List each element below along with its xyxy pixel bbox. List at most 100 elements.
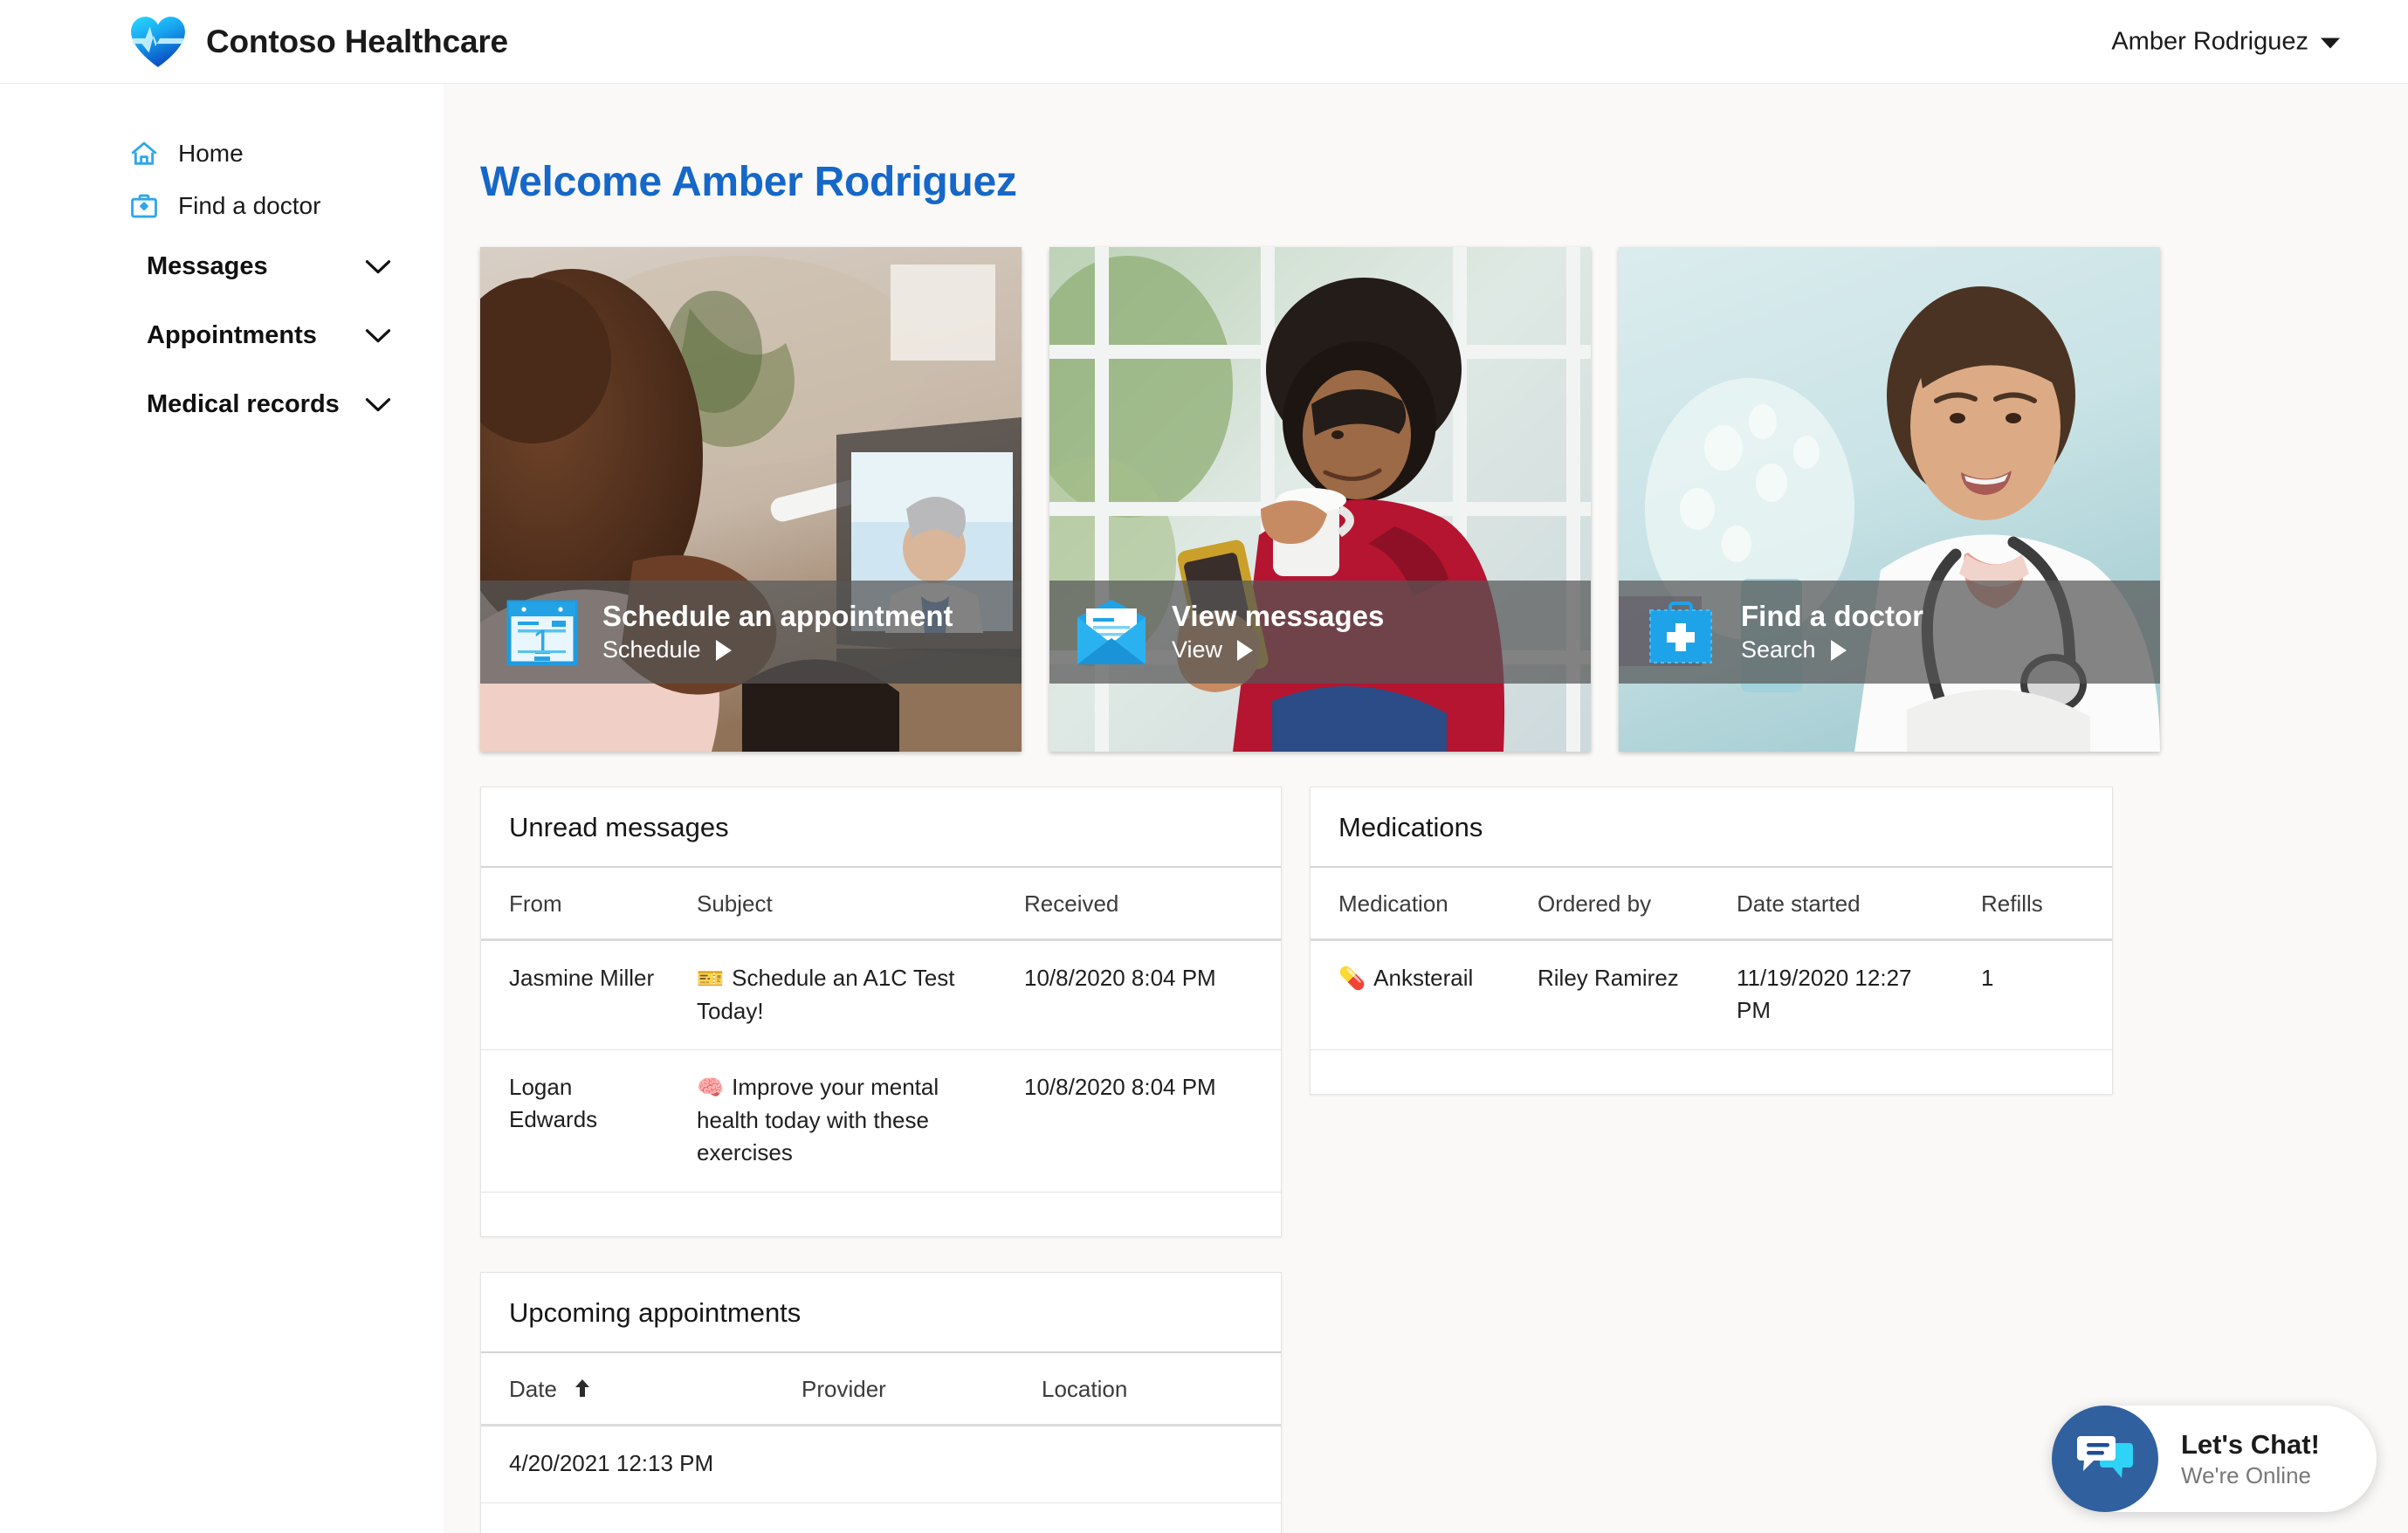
card-schedule-an-appointment[interactable]: 1 Schedule an appointment Schedule: [480, 247, 1022, 752]
caret-down-icon: [2321, 38, 2340, 49]
chat-widget-text: Let's Chat! We're Online: [2181, 1429, 2320, 1489]
panel-title: Unread messages: [481, 787, 1281, 868]
column-header-medication[interactable]: Medication: [1311, 868, 1510, 941]
card-action[interactable]: View: [1172, 636, 1384, 663]
sidebar-item-home[interactable]: Home: [0, 127, 444, 180]
chevron-down-icon: [365, 259, 391, 273]
table-header-row: Date Provider Location: [481, 1352, 1281, 1426]
main-content: Welcome Amber Rodriguez 1 Schedule an ap…: [444, 84, 2408, 1533]
play-arrow-icon: [715, 639, 732, 661]
table-row[interactable]: Jasmine Miller 🎫 Schedule an A1C Test Tod…: [481, 939, 1281, 1051]
medication-ordered-by: Riley Ramirez: [1510, 939, 1709, 1050]
sidebar-item-label: Find a doctor: [178, 192, 321, 219]
upcoming-appointments-table: Date Provider Location 4/20/2021 12:13 P…: [481, 1352, 1281, 1533]
chevron-down-icon: [365, 397, 391, 411]
sidebar-group-messages[interactable]: Messages: [0, 232, 444, 301]
table-spacer-row: [481, 1192, 1281, 1236]
envelope-icon: [1077, 600, 1146, 664]
medication-refills: 1: [1953, 939, 2112, 1050]
appointment-provider: [774, 1425, 1014, 1503]
brand[interactable]: Contoso Healthcare: [129, 15, 508, 69]
heart-pulse-icon: [131, 16, 185, 67]
sidebar: Home Find a doctor Messages Appointments…: [0, 84, 444, 1533]
play-arrow-icon: [1237, 639, 1254, 661]
quick-action-cards: 1 Schedule an appointment Schedule View …: [480, 247, 2408, 752]
table-row[interactable]: 💊 Anksterail Riley Ramirez 11/19/2020 12:…: [1311, 939, 2112, 1050]
column-header-provider[interactable]: Provider: [774, 1352, 1014, 1426]
card-overlay: View messages View: [1049, 581, 1591, 684]
card-title: Find a doctor: [1741, 599, 1923, 632]
card-overlay: Find a doctor Search: [1619, 581, 2160, 684]
sidebar-group-label: Appointments: [147, 321, 317, 349]
top-bar: Contoso Healthcare Amber Rodriguez: [0, 0, 2408, 84]
pill-icon: 💊: [1338, 966, 1366, 991]
message-received: 10/8/2020 8:04 PM: [996, 1049, 1281, 1193]
medication-date-started: 11/19/2020 12:27 PM: [1709, 939, 1953, 1050]
card-find-a-doctor[interactable]: Find a doctor Search: [1619, 247, 2160, 752]
column-header-from[interactable]: From: [481, 868, 669, 941]
page-title: Welcome Amber Rodriguez: [480, 159, 1017, 205]
message-sender[interactable]: Logan Edwards: [481, 1049, 669, 1193]
chevron-down-icon: [365, 328, 391, 342]
column-header-date-label: Date: [509, 1375, 557, 1402]
medical-bag-icon: [1649, 602, 1712, 663]
sidebar-group-label: Medical records: [147, 390, 340, 418]
card-action[interactable]: Search: [1741, 636, 1923, 663]
brain-icon: 🧠: [697, 1076, 725, 1101]
chat-widget-button[interactable]: [2052, 1406, 2158, 1512]
appointment-location: [1014, 1425, 1281, 1503]
table-row[interactable]: Logan Edwards 🧠 Improve your mental healt…: [481, 1049, 1281, 1193]
chat-widget-title: Let's Chat!: [2181, 1428, 2320, 1460]
table-row[interactable]: 4/20/2021 12:13 PM: [481, 1425, 1281, 1503]
message-received: 10/8/2020 8:04 PM: [996, 939, 1281, 1051]
card-action[interactable]: Schedule: [602, 636, 953, 663]
user-menu[interactable]: Amber Rodriguez: [2111, 27, 2340, 56]
medical-bag-icon: [131, 194, 157, 218]
user-name: Amber Rodriguez: [2111, 27, 2308, 55]
chat-widget-subtitle: We're Online: [2181, 1461, 2311, 1488]
ticket-icon: 🎫: [697, 966, 725, 991]
sidebar-group-medical-records[interactable]: Medical records: [0, 370, 444, 439]
panel-medications: Medications Medication Ordered by Date s…: [1310, 787, 2113, 1095]
card-view-messages[interactable]: View messages View: [1049, 247, 1591, 752]
svg-text:1: 1: [533, 623, 552, 662]
sidebar-item-label: Home: [178, 140, 244, 167]
column-header-date-started[interactable]: Date started: [1709, 868, 1953, 941]
column-header-date[interactable]: Date: [481, 1352, 774, 1426]
message-sender[interactable]: Jasmine Miller: [481, 939, 669, 1051]
card-action-label: Search: [1741, 636, 1816, 663]
panel-upcoming-appointments: Upcoming appointments Date Provider Loca: [480, 1271, 1282, 1533]
appointment-date[interactable]: 4/20/2021 12:13 PM: [481, 1425, 774, 1503]
column-header-ordered-by[interactable]: Ordered by: [1510, 868, 1709, 941]
calendar-icon: 1: [506, 600, 578, 666]
sidebar-group-appointments[interactable]: Appointments: [0, 301, 444, 370]
card-action-label: View: [1172, 636, 1223, 663]
column-header-received[interactable]: Received: [996, 868, 1281, 941]
chat-bubbles-icon: [2077, 1436, 2133, 1478]
column-header-subject[interactable]: Subject: [669, 868, 996, 941]
panel-unread-messages: Unread messages From Subject Received Ja…: [480, 787, 1282, 1237]
table-header-row: Medication Ordered by Date started Refil…: [1311, 868, 2112, 941]
message-subject-text: Schedule an A1C Test Today!: [697, 965, 955, 1024]
unread-messages-table: From Subject Received Jasmine Miller 🎫 Sc…: [481, 868, 1281, 1236]
card-title: View messages: [1172, 599, 1385, 632]
column-header-refills[interactable]: Refills: [1953, 868, 2112, 941]
sidebar-group-label: Messages: [147, 252, 268, 280]
sidebar-item-find-a-doctor[interactable]: Find a doctor: [0, 180, 444, 232]
message-subject: 🎫 Schedule an A1C Test Today!: [669, 939, 996, 1051]
chat-widget[interactable]: Let's Chat! We're Online: [2052, 1406, 2377, 1512]
table-spacer-row: [481, 1502, 1281, 1533]
message-subject-text: Improve your mental health today with th…: [697, 1074, 939, 1165]
brand-name: Contoso Healthcare: [206, 23, 508, 59]
play-arrow-icon: [1830, 639, 1847, 661]
medication-name: 💊 Anksterail: [1311, 939, 1510, 1050]
panel-title: Upcoming appointments: [481, 1273, 1281, 1353]
left-panel-column: Unread messages From Subject Received Ja…: [480, 787, 1282, 1533]
home-icon: [131, 141, 157, 165]
table-spacer-row: [1311, 1049, 2112, 1094]
sort-ascending-icon: [575, 1378, 590, 1397]
column-header-location[interactable]: Location: [1014, 1352, 1281, 1426]
message-subject: 🧠 Improve your mental health today with t…: [669, 1049, 996, 1193]
card-title: Schedule an appointment: [602, 599, 953, 632]
card-overlay: 1 Schedule an appointment Schedule: [480, 581, 1022, 684]
